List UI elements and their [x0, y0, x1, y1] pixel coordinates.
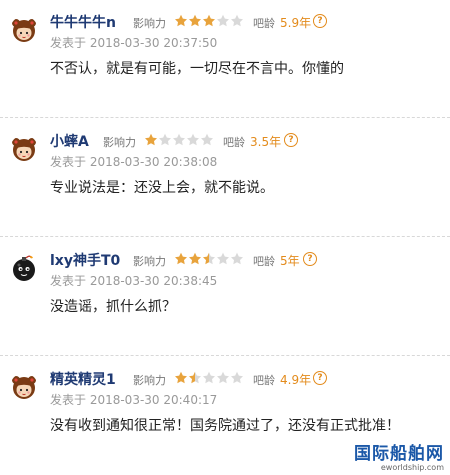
comment-item: lxy神手T0 影响力 吧龄 5年 ? 发表于 2018-03-30 20:38…: [0, 238, 450, 356]
star-empty-icon: [186, 133, 200, 147]
age-label: 吧龄: [223, 136, 245, 149]
cartoon-girl-avatar-icon[interactable]: [10, 135, 38, 163]
post-time: 发表于 2018-03-30 20:38:08: [50, 155, 218, 169]
post-time: 发表于 2018-03-30 20:40:17: [50, 393, 218, 407]
star-filled-icon: [174, 252, 188, 266]
star-empty-icon: [158, 133, 172, 147]
star-empty-icon: [230, 371, 244, 385]
star-filled-icon: [174, 14, 188, 28]
post-time: 发表于 2018-03-30 20:37:50: [50, 36, 218, 50]
age-label: 吧龄: [253, 374, 275, 387]
star-empty-icon: [202, 371, 216, 385]
influence-label: 影响力: [133, 255, 166, 268]
star-filled-icon: [202, 14, 216, 28]
cartoon-girl-avatar-icon[interactable]: [10, 16, 38, 44]
influence-stars: [144, 133, 214, 147]
star-filled-icon: [144, 133, 158, 147]
divider: [0, 117, 450, 118]
username-link[interactable]: 小蟀A: [50, 131, 89, 151]
star-filled-icon: [188, 14, 202, 28]
influence-stars: [174, 252, 244, 266]
age-value: 4.9年: [280, 373, 312, 387]
star-empty-icon: [230, 252, 244, 266]
comment-text: 不否认，就是有可能，一切尽在不言中。你懂的: [50, 61, 344, 77]
star-filled-icon: [174, 371, 188, 385]
age-value: 5年: [280, 254, 300, 268]
star-empty-icon: [216, 14, 230, 28]
influence-stars: [174, 14, 244, 28]
post-time: 发表于 2018-03-30 20:38:45: [50, 274, 218, 288]
age-value: 5.9年: [280, 16, 312, 30]
watermark-title: 国际船舶网: [354, 444, 444, 464]
comment-item: 牛牛牛牛n 影响力 吧龄 5.9年 ? 发表于 2018-03-30 20:37…: [0, 0, 450, 118]
age-label: 吧龄: [253, 255, 275, 268]
help-icon[interactable]: ?: [303, 252, 317, 266]
influence-label: 影响力: [133, 374, 166, 387]
star-half-icon: [188, 371, 202, 385]
star-empty-icon: [216, 252, 230, 266]
influence-label: 影响力: [103, 136, 136, 149]
influence-stars: [174, 371, 244, 385]
username-link[interactable]: lxy神手T0: [50, 250, 120, 270]
username-link[interactable]: 精英精灵1: [50, 369, 116, 389]
cartoon-girl-avatar-icon[interactable]: [10, 373, 38, 401]
star-filled-icon: [188, 252, 202, 266]
influence-label: 影响力: [133, 17, 166, 30]
age-value: 3.5年: [250, 135, 282, 149]
divider: [0, 236, 450, 237]
black-bomb-avatar-icon[interactable]: [10, 254, 38, 282]
star-empty-icon: [200, 133, 214, 147]
star-empty-icon: [216, 371, 230, 385]
help-icon[interactable]: ?: [313, 371, 327, 385]
help-icon[interactable]: ?: [313, 14, 327, 28]
star-empty-icon: [172, 133, 186, 147]
divider: [0, 355, 450, 356]
watermark-url: eworldship.com: [380, 463, 444, 472]
help-icon[interactable]: ?: [284, 133, 298, 147]
comment-text: 没有收到通知很正常！国务院通过了，还没有正式批准！: [50, 418, 400, 434]
comment-item: 小蟀A 影响力 吧龄 3.5年 ? 发表于 2018-03-30 20:38:0…: [0, 119, 450, 237]
age-label: 吧龄: [253, 17, 275, 30]
username-link[interactable]: 牛牛牛牛n: [50, 12, 116, 32]
site-watermark: 国际船舶网 eworldship.com: [354, 439, 444, 472]
comment-text: 专业说法是：还没上会，就不能说。: [50, 180, 274, 196]
star-half-icon: [202, 252, 216, 266]
comment-text: 没造谣，抓什么抓？: [50, 299, 176, 315]
star-empty-icon: [230, 14, 244, 28]
